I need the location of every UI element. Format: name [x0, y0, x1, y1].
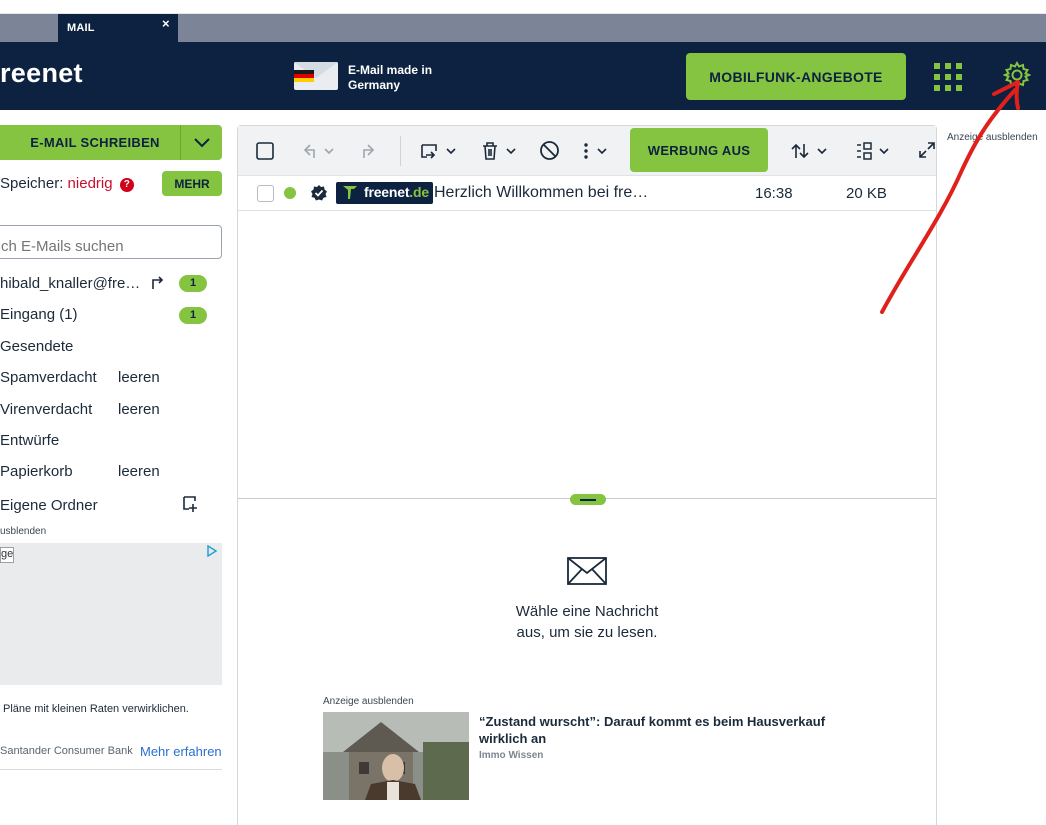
storage-status: Speicher: niedrig ? — [0, 175, 134, 192]
tab-close-icon[interactable]: × — [162, 16, 176, 32]
block-icon[interactable] — [539, 140, 560, 161]
compose-options-button[interactable] — [180, 125, 222, 160]
main-ad-title[interactable]: “Zustand wurscht”: Darauf kommt es beim … — [479, 713, 839, 747]
annotation-arrow-icon — [880, 80, 1020, 314]
main-ad-source: Immo Wissen — [479, 750, 544, 761]
sidebar-item-entwuerfe[interactable]: Entwürfe — [0, 432, 59, 449]
divider — [0, 769, 222, 770]
sidebar-item-papierkorb[interactable]: Papierkorb — [0, 463, 73, 480]
sidebar-ad-caption: Pläne mit kleinen Raten verwirklichen. — [3, 703, 189, 715]
freenet-logo[interactable]: reenet — [0, 58, 83, 89]
toolbar-divider — [400, 136, 401, 166]
empty-spam-link[interactable]: leeren — [118, 369, 160, 386]
search-input[interactable] — [0, 225, 222, 259]
sidebar-ad-hide-link[interactable]: usblenden — [0, 526, 46, 537]
sidebar-ad-image[interactable] — [0, 543, 222, 685]
move-icon[interactable] — [420, 142, 458, 160]
chevron-down-icon — [194, 138, 210, 148]
redo-icon[interactable] — [358, 142, 376, 160]
verified-icon — [311, 185, 327, 201]
envelope-icon — [567, 557, 607, 585]
sidebar-ad-brand: Santander Consumer Bank — [0, 745, 133, 757]
empty-virus-link[interactable]: leeren — [118, 401, 160, 418]
mail-subject[interactable]: Herzlich Willkommen bei fre… — [434, 184, 648, 202]
freenet-mark-icon — [343, 186, 357, 199]
sidebar-item-spamverdacht[interactable]: Spamverdacht — [0, 369, 97, 386]
main-ad-hide-link[interactable]: Anzeige ausblenden — [323, 696, 414, 707]
compose-email-button[interactable]: E-MAIL SCHREIBEN — [0, 125, 180, 160]
ad-thumbnail-image[interactable] — [323, 712, 469, 800]
envelope-flag-icon — [294, 62, 338, 90]
sender-logo-text: freenet.de — [364, 184, 429, 200]
reply-icon[interactable] — [300, 142, 336, 160]
unread-indicator — [284, 187, 296, 199]
browser-bookmarks-strip — [0, 0, 1046, 14]
trash-icon[interactable] — [480, 141, 518, 161]
sidebar-ad-label: ge — [0, 547, 14, 563]
sidebar-item-gesendete[interactable]: Gesendete — [0, 338, 73, 355]
sort-icon[interactable] — [791, 142, 829, 160]
ad-choices-icon[interactable] — [206, 545, 218, 557]
empty-trash-link[interactable]: leeren — [118, 463, 160, 480]
reader-empty-message: Wähle eine Nachricht aus, um sie zu lese… — [490, 601, 684, 643]
mail-row-checkbox[interactable] — [257, 185, 274, 202]
help-icon[interactable]: ? — [119, 178, 134, 192]
forward-icon[interactable] — [151, 276, 165, 290]
eingang-unread-badge: 1 — [179, 307, 207, 324]
select-all-checkbox-icon[interactable] — [256, 142, 274, 160]
more-icon[interactable] — [580, 142, 610, 160]
reader-empty-line2: aus, um sie zu lesen. — [516, 624, 658, 641]
pane-resize-handle[interactable] — [570, 494, 606, 505]
storage-level: niedrig — [67, 175, 113, 192]
sidebar-account[interactable]: hibald_knaller@fre… — [0, 275, 140, 292]
sender-logo-name: freenet — [364, 184, 410, 200]
storage-more-button[interactable]: MEHR — [162, 171, 222, 196]
sidebar-item-virenverdacht[interactable]: Virenverdacht — [0, 401, 92, 418]
new-folder-icon[interactable] — [183, 495, 203, 513]
ads-off-button[interactable]: WERBUNG AUS — [630, 128, 768, 172]
own-folders-heading[interactable]: Eigene Ordner — [0, 497, 98, 514]
tab-mail[interactable]: MAIL — [58, 14, 178, 42]
sidebar-item-eingang[interactable]: Eingang (1) — [0, 306, 78, 323]
made-in-germany-label: E-Mail made in Germany — [348, 63, 433, 92]
reader-empty-line1: Wähle eine Nachricht — [515, 603, 659, 620]
account-unread-badge: 1 — [179, 275, 207, 292]
storage-label: Speicher: — [0, 175, 64, 192]
mail-time: 16:38 — [755, 185, 793, 202]
sender-logo-tld: .de — [409, 184, 429, 200]
sidebar-ad-more-link[interactable]: Mehr erfahren — [140, 744, 222, 759]
